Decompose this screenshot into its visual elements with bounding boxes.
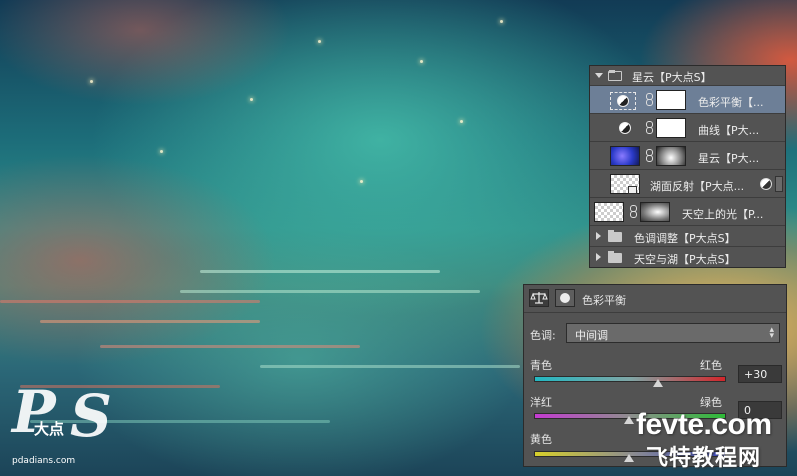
layer-group-row[interactable]: 色调调整【P大点S】 [590,226,785,247]
light-streak [200,270,440,273]
layer-mask-thumbnail[interactable] [656,146,686,166]
layer-group-row[interactable]: 天空与湖【P大点S】 [590,247,785,268]
layer-label: 天空与湖【P大点S】 [634,253,736,266]
layer-label: 色调调整【P大点S】 [634,232,736,245]
slider-left-label: 黄色 [530,433,552,446]
chevron-right-icon[interactable] [596,232,601,240]
properties-title: 色彩平衡 [582,294,626,307]
layer-mask-thumbnail[interactable] [656,118,686,138]
properties-header: 色彩平衡 [524,285,786,313]
tone-label: 色调: [530,329,556,342]
site-cn: 飞特教程网 [646,446,762,471]
tone-select-value: 中间调 [575,329,608,342]
layer-row[interactable]: 星云【P大... [590,142,785,170]
smart-object-badge-icon [628,186,637,194]
light-streak [180,290,480,293]
star [500,20,503,23]
layer-thumbnail[interactable] [610,146,640,166]
balance-scale-icon[interactable] [529,289,549,307]
layer-label: 天空上的光【P... [682,208,764,221]
chain-link-icon[interactable] [645,149,653,162]
layer-label: 星云【P大点S】 [632,71,712,84]
layer-group-row[interactable]: 星云【P大点S】 [590,66,785,86]
layer-label: 色彩平衡【... [698,96,764,109]
slider-knob[interactable] [652,379,663,387]
layer-label: 湖面反射【P大点... [650,180,745,193]
folder-icon [608,230,622,242]
slider-knob[interactable] [624,454,634,462]
up-down-arrows-icon: ▴ ▾ [769,325,774,341]
chain-link-icon[interactable] [645,93,653,106]
layer-label: 星云【P大... [698,152,760,165]
chain-link-icon[interactable] [645,121,653,134]
half-circle-adjustment-icon [610,92,636,110]
chain-link-icon[interactable] [629,205,637,218]
star [420,60,423,63]
layer-row[interactable]: 天空上的光【P... [590,198,785,226]
ps-logo-watermark: P S 大点 [12,378,112,458]
folder-icon [608,70,622,81]
star [250,98,253,101]
layer-row[interactable]: 曲线【P大... [590,114,785,142]
star [460,120,463,123]
layer-mask-thumbnail[interactable] [640,202,670,222]
chevron-down-icon[interactable] [775,176,783,192]
star [90,80,93,83]
cyan-red-slider-track[interactable] [534,376,726,382]
star [360,180,363,183]
slider-left-label: 青色 [530,359,552,372]
logo-cn-text: 大点 [34,420,65,438]
light-streak [40,320,260,323]
chevron-down-icon[interactable] [595,73,603,78]
layer-row-selected[interactable]: 色彩平衡【... [590,86,785,114]
chevron-right-icon[interactable] [596,253,601,261]
star [318,40,321,43]
logo-letter-s: S [70,382,112,450]
cyan-red-value-input[interactable]: +30 [738,365,782,383]
light-streak [260,365,520,368]
layer-thumbnail[interactable] [594,202,624,222]
tone-select[interactable]: 中间调 ▴ ▾ [566,323,780,343]
light-streak [100,345,360,348]
layers-panel: 星云【P大点S】 色彩平衡【... 曲线【P大... 星云【P大... 湖面反射… [589,65,786,268]
site-watermark: fevte.com 飞特教程网 [636,408,792,472]
smart-filter-icon[interactable] [760,178,772,190]
slider-left-label: 洋红 [530,396,552,409]
layer-mask-icon[interactable] [555,289,575,307]
ps-url-watermark: pdadians.com [12,456,76,466]
site-en: fevte.com [636,408,772,441]
layer-label: 曲线【P大... [698,124,760,137]
light-streak [0,300,260,303]
folder-icon [608,251,622,263]
layer-row[interactable]: 湖面反射【P大点... [590,170,785,198]
half-circle-adjustment-icon [614,120,636,136]
slider-right-label: 红色 [700,359,722,372]
star [160,150,163,153]
slider-knob[interactable] [624,416,634,424]
layer-mask-thumbnail[interactable] [656,90,686,110]
